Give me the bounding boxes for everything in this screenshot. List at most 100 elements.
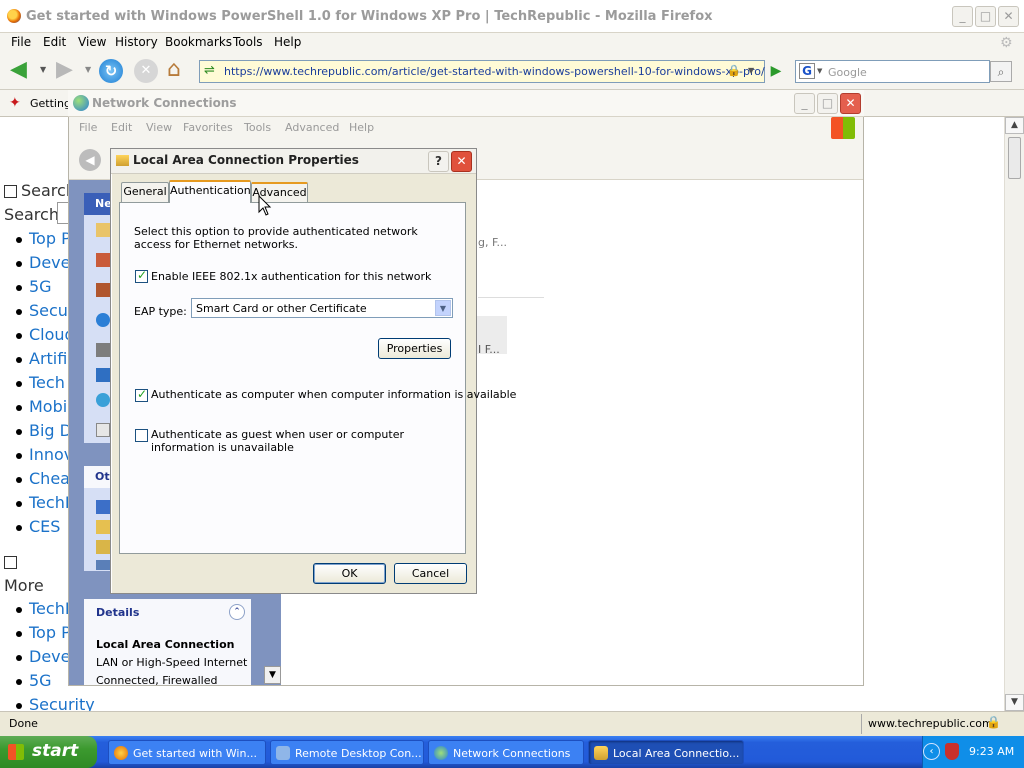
nc-menu-view[interactable]: View bbox=[146, 121, 172, 134]
nc-menu-edit[interactable]: Edit bbox=[111, 121, 132, 134]
nc-menu-tools[interactable]: Tools bbox=[244, 121, 271, 134]
taskbar-item-network-connections[interactable]: Network Connections bbox=[428, 740, 584, 765]
page-link[interactable]: 5G bbox=[29, 277, 52, 296]
security-shield-icon[interactable] bbox=[945, 743, 959, 760]
bookmark-getting[interactable]: Getting bbox=[30, 97, 71, 110]
page-link[interactable]: 5G bbox=[29, 671, 52, 690]
menu-file[interactable]: File bbox=[11, 35, 31, 49]
nc-menu-advanced[interactable]: Advanced bbox=[285, 121, 339, 134]
page-link[interactable]: Big D bbox=[29, 421, 72, 440]
firefox-menu-bar: File Edit View History Bookmarks Tools H… bbox=[0, 33, 1024, 53]
scroll-down-icon[interactable]: ▼ bbox=[1005, 694, 1024, 711]
dialog-close-button[interactable]: ✕ bbox=[451, 151, 472, 172]
nc-menu-file[interactable]: File bbox=[79, 121, 97, 134]
menu-help[interactable]: Help bbox=[274, 35, 301, 49]
page-link[interactable]: Top P bbox=[29, 229, 71, 248]
task-icon-1[interactable] bbox=[96, 223, 110, 237]
page-link[interactable]: Secu bbox=[29, 301, 68, 320]
nc-scroll-down-icon[interactable]: ▼ bbox=[264, 666, 281, 684]
taskbar-item-remote-desktop[interactable]: Remote Desktop Con... bbox=[270, 740, 424, 765]
nc-maximize-button[interactable]: □ bbox=[817, 93, 838, 114]
auth-guest-checkbox[interactable] bbox=[135, 429, 148, 442]
tab-general[interactable]: General bbox=[121, 182, 169, 202]
page-link[interactable]: Deve bbox=[29, 253, 70, 272]
task-icon-5[interactable] bbox=[96, 343, 110, 357]
nc-connection-item[interactable]: I F... bbox=[476, 316, 507, 356]
forward-icon[interactable]: ▶ bbox=[56, 59, 80, 81]
tab-authentication[interactable]: Authentication bbox=[169, 180, 251, 203]
firefox-icon bbox=[7, 9, 21, 23]
taskbar-item-firefox[interactable]: Get started with Win... bbox=[108, 740, 266, 765]
place-icon-3[interactable] bbox=[96, 540, 110, 554]
search-go-icon[interactable]: ⌕ bbox=[990, 61, 1012, 82]
taskbar-item-lan-properties[interactable]: Local Area Connectio... bbox=[588, 740, 744, 765]
more-toggle-checkbox[interactable] bbox=[4, 556, 17, 569]
enable-8021x-checkbox[interactable] bbox=[135, 268, 148, 283]
task-icon-4[interactable] bbox=[96, 313, 110, 327]
scroll-up-icon[interactable]: ▲ bbox=[1005, 117, 1024, 134]
forward-dropdown-icon[interactable]: ▼ bbox=[85, 65, 91, 74]
back-dropdown-icon[interactable]: ▼ bbox=[40, 65, 46, 74]
engine-dropdown-icon[interactable]: ▼ bbox=[817, 67, 822, 75]
google-engine-icon[interactable]: G bbox=[799, 63, 815, 79]
collapse-icon[interactable]: ⌃ bbox=[229, 604, 245, 620]
page-link[interactable]: Mobil bbox=[29, 397, 72, 416]
task-icon-7[interactable] bbox=[96, 393, 110, 407]
nc-menu-favorites[interactable]: Favorites bbox=[183, 121, 233, 134]
back-icon[interactable]: ◀ bbox=[10, 59, 34, 81]
go-icon[interactable]: ▶ bbox=[766, 61, 786, 82]
lock-icon[interactable]: 🔒 bbox=[727, 64, 741, 77]
task-icon-8[interactable] bbox=[96, 423, 110, 437]
page-scrollbar[interactable]: ▲ ▼ bbox=[1004, 117, 1024, 711]
nc-back-icon[interactable]: ◀ bbox=[79, 149, 101, 171]
home-icon[interactable]: ⌂ bbox=[167, 58, 191, 82]
auth-computer-checkbox[interactable] bbox=[135, 387, 148, 402]
url-bar[interactable]: ⇌ https://www.techrepublic.com/article/g… bbox=[199, 60, 765, 83]
reload-icon[interactable]: ↻ bbox=[99, 59, 123, 83]
list-bullet bbox=[16, 631, 22, 637]
nc-minimize-button[interactable]: _ bbox=[794, 93, 815, 114]
scroll-thumb[interactable] bbox=[1008, 137, 1021, 179]
list-bullet bbox=[16, 429, 22, 435]
cancel-button[interactable]: Cancel bbox=[394, 563, 467, 584]
menu-history[interactable]: History bbox=[115, 35, 158, 49]
menu-edit[interactable]: Edit bbox=[43, 35, 66, 49]
eap-properties-button[interactable]: Properties bbox=[378, 338, 451, 359]
place-icon-2[interactable] bbox=[96, 520, 110, 534]
page-link[interactable]: CES bbox=[29, 517, 60, 536]
place-icon-4[interactable] bbox=[96, 560, 110, 570]
ok-button[interactable]: OK bbox=[313, 563, 386, 584]
task-icon-3[interactable] bbox=[96, 283, 110, 297]
throbber-icon: ⚙ bbox=[1000, 35, 1013, 51]
page-link[interactable]: Chea bbox=[29, 469, 70, 488]
page-link[interactable]: Tech bbox=[29, 373, 65, 392]
close-button[interactable]: ✕ bbox=[998, 6, 1019, 27]
nc-menu-help[interactable]: Help bbox=[349, 121, 374, 134]
eap-type-select[interactable]: Smart Card or other Certificate ▼ bbox=[191, 298, 453, 318]
url-dropdown-icon[interactable]: ▼ bbox=[748, 66, 754, 75]
page-link[interactable]: Innov bbox=[29, 445, 73, 464]
menu-bookmarks[interactable]: Bookmarks bbox=[165, 35, 232, 49]
task-icon-6[interactable] bbox=[96, 368, 110, 382]
page-link[interactable]: Deve bbox=[29, 647, 70, 666]
stop-icon[interactable]: ✕ bbox=[134, 59, 158, 83]
menu-view[interactable]: View bbox=[78, 35, 106, 49]
page-link[interactable]: Top P bbox=[29, 623, 71, 642]
auth-guest-label[interactable]: Authenticate as guest when user or compu… bbox=[151, 428, 451, 454]
chevron-down-icon[interactable]: ▼ bbox=[435, 300, 451, 316]
maximize-button[interactable]: □ bbox=[975, 6, 996, 27]
place-icon-1[interactable] bbox=[96, 500, 110, 514]
site-identity-icon[interactable]: ⇌ bbox=[204, 63, 215, 78]
search-box[interactable]: G ▼ Google bbox=[795, 60, 990, 83]
minimize-button[interactable]: _ bbox=[952, 6, 973, 27]
enable-8021x-label[interactable]: Enable IEEE 802.1x authentication for th… bbox=[151, 270, 431, 283]
menu-tools[interactable]: Tools bbox=[233, 35, 263, 49]
auth-computer-label[interactable]: Authenticate as computer when computer i… bbox=[151, 388, 516, 401]
task-icon-2[interactable] bbox=[96, 253, 110, 267]
search-toggle-checkbox[interactable] bbox=[4, 185, 17, 198]
start-button[interactable]: start bbox=[0, 736, 97, 768]
list-bullet bbox=[16, 501, 22, 507]
nc-close-button[interactable]: ✕ bbox=[840, 93, 861, 114]
help-button[interactable]: ? bbox=[428, 151, 449, 172]
tray-expand-icon[interactable]: ‹ bbox=[923, 743, 940, 760]
